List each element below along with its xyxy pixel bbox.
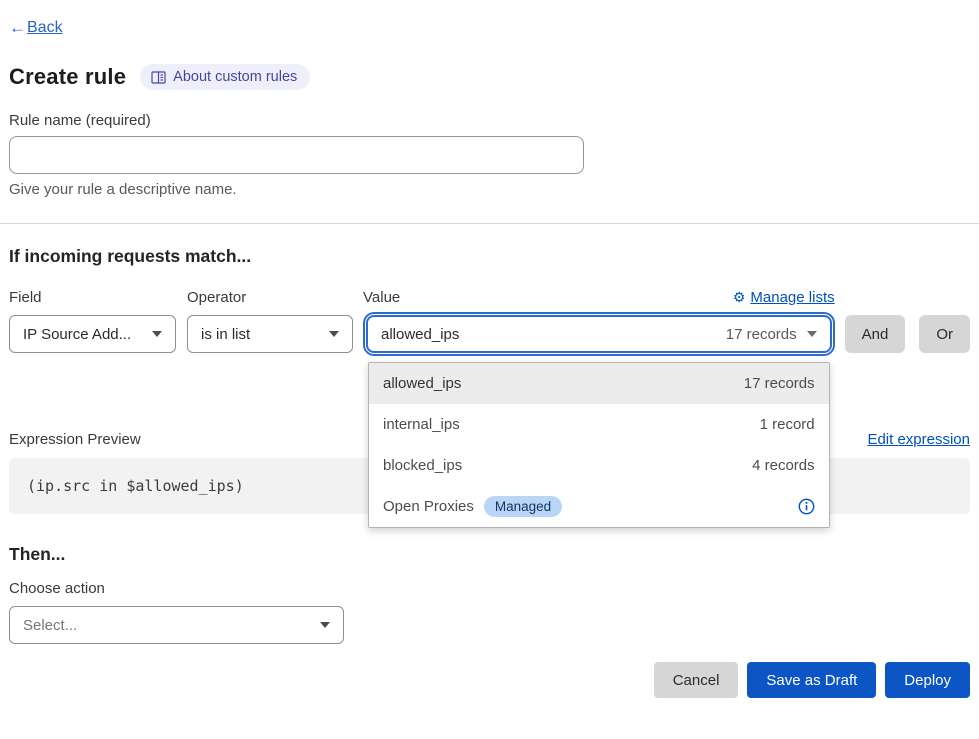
page-title: Create rule — [9, 64, 126, 90]
section-divider — [0, 223, 979, 224]
operator-column: Operator is in list — [187, 289, 353, 353]
list-option-records: 1 record — [760, 416, 815, 433]
create-rule-page: ←Back Create rule About custom rules Rul… — [0, 0, 979, 698]
action-select-placeholder: Select... — [23, 617, 77, 634]
then-section-heading: Then... — [9, 544, 970, 565]
choose-action-label: Choose action — [9, 580, 970, 597]
condition-row: Field IP Source Add... Operator is in li… — [9, 289, 970, 353]
chevron-down-icon — [320, 622, 330, 628]
rule-name-label: Rule name (required) — [9, 112, 970, 129]
list-option-name: allowed_ips — [383, 375, 461, 392]
list-option-name: internal_ips — [383, 416, 460, 433]
operator-select[interactable]: is in list — [187, 315, 353, 353]
list-option-name: Open Proxies — [383, 498, 474, 515]
deploy-button[interactable]: Deploy — [885, 662, 970, 698]
expression-code: (ip.src in $allowed_ips) — [27, 477, 244, 495]
save-as-draft-button[interactable]: Save as Draft — [747, 662, 876, 698]
chevron-down-icon — [152, 331, 162, 337]
list-option-blocked-ips[interactable]: blocked_ips 4 records — [369, 445, 829, 486]
manage-lists-link[interactable]: ⚙ Manage lists — [733, 289, 835, 306]
chevron-down-icon — [329, 331, 339, 337]
list-option-left: Open Proxies Managed — [383, 496, 562, 517]
value-label: Value — [363, 289, 400, 306]
list-option-allowed-ips[interactable]: allowed_ips 17 records — [369, 363, 829, 404]
or-button[interactable]: Or — [919, 315, 970, 353]
rule-name-input[interactable] — [9, 136, 584, 174]
value-record-count: 17 records — [726, 326, 797, 343]
value-column: Value ⚙ Manage lists allowed_ips 17 reco… — [363, 289, 835, 353]
and-button[interactable]: And — [845, 315, 906, 353]
list-option-records: 17 records — [744, 375, 815, 392]
gear-icon: ⚙ — [733, 289, 746, 306]
value-selected-list: allowed_ips — [381, 326, 459, 343]
field-column: Field IP Source Add... — [9, 289, 176, 353]
rule-name-helper: Give your rule a descriptive name. — [9, 181, 970, 198]
value-list-combobox[interactable]: allowed_ips 17 records — [366, 315, 832, 353]
manage-lists-label: Manage lists — [750, 289, 834, 306]
back-arrow-icon: ← — [9, 18, 26, 38]
info-icon[interactable] — [798, 498, 815, 515]
list-option-records: 4 records — [752, 457, 815, 474]
back-link[interactable]: ←Back — [9, 18, 63, 38]
edit-expression-link[interactable]: Edit expression — [867, 431, 970, 448]
operator-select-value: is in list — [201, 326, 250, 343]
back-link-label: Back — [27, 19, 63, 37]
action-select[interactable]: Select... — [9, 606, 344, 644]
operator-label: Operator — [187, 289, 353, 306]
chevron-down-icon — [807, 331, 817, 337]
value-combobox-meta: 17 records — [726, 326, 817, 343]
list-option-internal-ips[interactable]: internal_ips 1 record — [369, 404, 829, 445]
managed-badge: Managed — [484, 496, 562, 517]
expression-preview-label: Expression Preview — [9, 431, 141, 448]
about-custom-rules-link[interactable]: About custom rules — [140, 64, 310, 90]
list-option-open-proxies[interactable]: Open Proxies Managed — [369, 486, 829, 527]
book-icon — [151, 71, 166, 84]
about-badge-label: About custom rules — [173, 69, 297, 85]
value-header: Value ⚙ Manage lists — [363, 289, 835, 306]
field-label: Field — [9, 289, 176, 306]
field-select[interactable]: IP Source Add... — [9, 315, 176, 353]
list-option-name: blocked_ips — [383, 457, 462, 474]
list-dropdown-menu: allowed_ips 17 records internal_ips 1 re… — [368, 362, 830, 528]
field-select-value: IP Source Add... — [23, 326, 131, 343]
footer-actions: Cancel Save as Draft Deploy — [9, 662, 970, 698]
back-row: ←Back — [9, 18, 970, 38]
cancel-button[interactable]: Cancel — [654, 662, 739, 698]
page-header: Create rule About custom rules — [9, 64, 970, 90]
match-section-heading: If incoming requests match... — [9, 246, 970, 267]
